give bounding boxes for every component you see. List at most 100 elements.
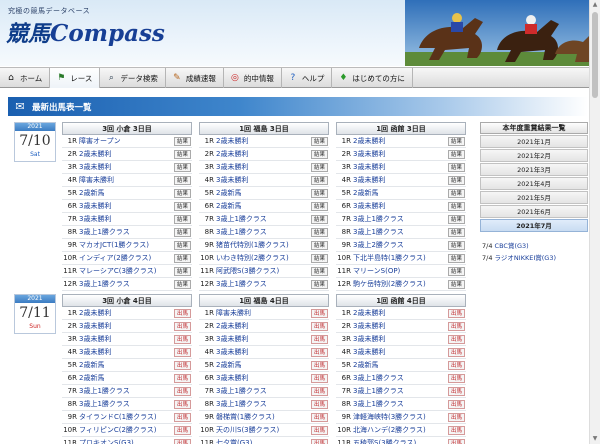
race-action-button[interactable]: 結果 [447, 215, 465, 224]
race-name-link[interactable]: 駒ケ岳特別(2勝クラス) [353, 279, 426, 289]
race-name-link[interactable]: 3歳未勝利 [79, 334, 111, 344]
race-name-link[interactable]: 障害未勝利 [216, 308, 251, 318]
nav-hit-info[interactable]: ◎ 的中情報 [224, 68, 282, 88]
race-action-button[interactable]: 結果 [310, 150, 328, 159]
venue-header[interactable]: 1回 函館 3日目 [336, 122, 466, 135]
race-action-button[interactable]: 結果 [310, 228, 328, 237]
race-action-button[interactable]: 出馬 [447, 439, 465, 444]
race-name-link[interactable]: 2歳新馬 [79, 373, 104, 383]
race-action-button[interactable]: 出馬 [447, 400, 465, 409]
race-name-link[interactable]: マリーンS(OP) [353, 266, 400, 276]
race-action-button[interactable]: 出馬 [173, 426, 191, 435]
race-action-button[interactable]: 出馬 [173, 374, 191, 383]
race-name-link[interactable]: 3歳上1勝クラス [216, 399, 267, 409]
race-action-button[interactable]: 出馬 [173, 439, 191, 444]
race-action-button[interactable]: 結果 [173, 189, 191, 198]
race-action-button[interactable]: 結果 [447, 254, 465, 263]
race-name-link[interactable]: 2歳新馬 [353, 188, 378, 198]
race-action-button[interactable]: 出馬 [310, 387, 328, 396]
race-name-link[interactable]: 2歳新馬 [79, 360, 104, 370]
race-action-button[interactable]: 結果 [447, 280, 465, 289]
race-action-button[interactable]: 出馬 [173, 387, 191, 396]
month-link[interactable]: 2021年2月 [480, 149, 588, 162]
result-race-link[interactable]: CBC賞(G3) [495, 242, 529, 250]
race-action-button[interactable]: 出馬 [447, 322, 465, 331]
race-name-link[interactable]: 3歳未勝利 [353, 175, 385, 185]
race-name-link[interactable]: 3歳上2勝クラス [353, 240, 404, 250]
race-action-button[interactable]: 結果 [173, 228, 191, 237]
race-name-link[interactable]: 3歳上1勝クラス [79, 227, 130, 237]
race-name-link[interactable]: 3歳未勝利 [216, 334, 248, 344]
race-action-button[interactable]: 結果 [173, 137, 191, 146]
race-action-button[interactable]: 結果 [447, 228, 465, 237]
race-action-button[interactable]: 結果 [447, 241, 465, 250]
site-logo[interactable]: 競馬Compass [6, 16, 165, 48]
race-name-link[interactable]: 3歳未勝利 [79, 162, 111, 172]
race-name-link[interactable]: 磐梯賞(1勝クラス) [216, 412, 275, 422]
race-name-link[interactable]: 七夕賞(G3) [216, 438, 252, 444]
month-link[interactable]: 2021年1月 [480, 135, 588, 148]
race-name-link[interactable]: 猪苗代特別(1勝クラス) [216, 240, 289, 250]
race-action-button[interactable]: 結果 [173, 150, 191, 159]
race-action-button[interactable]: 結果 [447, 150, 465, 159]
race-name-link[interactable]: 3歳上1勝クラス [353, 386, 404, 396]
race-action-button[interactable]: 結果 [447, 163, 465, 172]
nav-results-flash[interactable]: ✎ 成績速報 [166, 68, 224, 88]
race-name-link[interactable]: 下北半島特(1勝クラス) [353, 253, 426, 263]
race-action-button[interactable]: 出馬 [310, 348, 328, 357]
race-name-link[interactable]: 3歳上1勝クラス [353, 373, 404, 383]
vertical-scrollbar[interactable]: ▲ ▼ [589, 0, 600, 444]
venue-header[interactable]: 1回 福島 4日目 [199, 294, 329, 307]
race-action-button[interactable]: 結果 [173, 176, 191, 185]
race-name-link[interactable]: 2歳新馬 [79, 188, 104, 198]
race-name-link[interactable]: 3歳未勝利 [216, 162, 248, 172]
scroll-down-arrow-icon[interactable]: ▼ [590, 434, 600, 444]
race-action-button[interactable]: 出馬 [310, 439, 328, 444]
race-action-button[interactable]: 結果 [173, 254, 191, 263]
race-action-button[interactable]: 出馬 [310, 413, 328, 422]
race-action-button[interactable]: 結果 [447, 202, 465, 211]
race-name-link[interactable]: 2歳未勝利 [353, 136, 385, 146]
race-name-link[interactable]: プロキオンS(G3) [79, 438, 134, 444]
race-action-button[interactable]: 出馬 [310, 426, 328, 435]
nav-home[interactable]: ⌂ ホーム [0, 68, 51, 88]
nav-help[interactable]: ? ヘルプ [282, 68, 333, 88]
race-action-button[interactable]: 結果 [310, 254, 328, 263]
race-name-link[interactable]: 2歳未勝利 [216, 136, 248, 146]
nav-data-search[interactable]: ⌕ データ検索 [100, 68, 166, 88]
scroll-up-arrow-icon[interactable]: ▲ [590, 0, 600, 10]
venue-header[interactable]: 1回 函館 4日目 [336, 294, 466, 307]
race-action-button[interactable]: 出馬 [310, 374, 328, 383]
race-action-button[interactable]: 結果 [310, 241, 328, 250]
race-action-button[interactable]: 結果 [310, 267, 328, 276]
race-name-link[interactable]: 3歳未勝利 [353, 149, 385, 159]
race-name-link[interactable]: 3歳上1勝クラス [353, 227, 404, 237]
race-name-link[interactable]: 3歳未勝利 [216, 175, 248, 185]
race-action-button[interactable]: 出馬 [310, 322, 328, 331]
race-action-button[interactable]: 結果 [173, 280, 191, 289]
race-action-button[interactable]: 出馬 [447, 335, 465, 344]
month-link[interactable]: 2021年6月 [480, 205, 588, 218]
race-name-link[interactable]: 障害未勝利 [79, 175, 114, 185]
race-name-link[interactable]: 阿武隈S(3勝クラス) [216, 266, 279, 276]
race-name-link[interactable]: 2歳未勝利 [79, 149, 111, 159]
race-name-link[interactable]: 2歳未勝利 [79, 308, 111, 318]
race-name-link[interactable]: 2歳未勝利 [216, 149, 248, 159]
race-name-link[interactable]: 3歳未勝利 [353, 321, 385, 331]
race-name-link[interactable]: 五稜郭S(3勝クラス) [353, 438, 416, 444]
race-action-button[interactable]: 出馬 [173, 348, 191, 357]
race-action-button[interactable]: 出馬 [310, 400, 328, 409]
race-name-link[interactable]: 2歳新馬 [216, 360, 241, 370]
race-name-link[interactable]: 2歳未勝利 [216, 321, 248, 331]
race-name-link[interactable]: 3歳未勝利 [216, 347, 248, 357]
race-name-link[interactable]: 津軽海峡特(3勝クラス) [353, 412, 426, 422]
race-name-link[interactable]: 3歳未勝利 [216, 373, 248, 383]
race-name-link[interactable]: 2歳新馬 [216, 188, 241, 198]
race-action-button[interactable]: 出馬 [310, 361, 328, 370]
race-name-link[interactable]: 障害オープン [79, 136, 121, 146]
race-action-button[interactable]: 結果 [310, 163, 328, 172]
race-action-button[interactable]: 結果 [310, 215, 328, 224]
race-name-link[interactable]: 2歳未勝利 [353, 308, 385, 318]
nav-beginner[interactable]: ♦ はじめての方に [332, 68, 413, 88]
race-action-button[interactable]: 出馬 [310, 335, 328, 344]
